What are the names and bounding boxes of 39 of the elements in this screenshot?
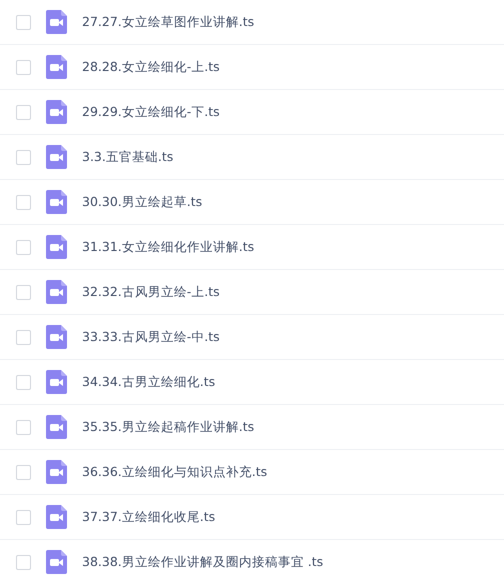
checkbox[interactable] <box>16 14 31 30</box>
video-file-icon <box>46 460 67 484</box>
file-name[interactable]: 32.32.古风男立绘-上.ts <box>82 284 220 300</box>
checkbox[interactable] <box>16 330 31 344</box>
checkbox[interactable] <box>16 420 31 434</box>
video-file-icon <box>46 325 67 349</box>
file-name[interactable]: 3.3.五官基础.ts <box>82 148 174 166</box>
checkbox[interactable] <box>16 464 31 480</box>
video-file-icon <box>46 100 67 124</box>
video-file-icon <box>46 415 67 439</box>
file-name[interactable]: 33.33.古风男立绘-中.ts <box>82 328 220 346</box>
video-file-icon <box>46 55 67 79</box>
checkbox[interactable] <box>16 104 31 120</box>
checkbox[interactable] <box>16 60 31 74</box>
checkbox[interactable] <box>16 284 31 300</box>
checkbox[interactable] <box>16 150 31 164</box>
file-name[interactable]: 36.36.立绘细化与知识点补充.ts <box>82 464 268 480</box>
video-file-icon <box>46 10 67 34</box>
video-file-icon <box>46 145 67 169</box>
file-name[interactable]: 34.34.古男立绘细化.ts <box>82 374 216 390</box>
checkbox[interactable] <box>16 240 31 254</box>
file-name[interactable]: 29.29.女立绘细化-下.ts <box>82 104 220 120</box>
file-name[interactable]: 31.31.女立绘细化作业讲解.ts <box>82 238 254 256</box>
checkbox[interactable] <box>16 374 31 390</box>
checkbox[interactable] <box>16 194 31 210</box>
file-name[interactable]: 28.28.女立绘细化-上.ts <box>82 58 220 76</box>
video-file-icon <box>46 550 67 574</box>
video-file-icon <box>46 235 67 259</box>
video-file-icon <box>46 190 67 214</box>
video-file-icon <box>46 280 67 304</box>
file-name[interactable]: 35.35.男立绘起稿作业讲解.ts <box>82 418 254 436</box>
checkbox[interactable] <box>16 554 31 570</box>
file-name[interactable]: 38.38.男立绘作业讲解及圈内接稿事宜 .ts <box>82 554 324 570</box>
file-name[interactable]: 30.30.男立绘起草.ts <box>82 194 202 210</box>
checkbox[interactable] <box>16 510 31 524</box>
file-name[interactable]: 37.37.立绘细化收尾.ts <box>82 508 216 526</box>
video-file-icon <box>46 370 67 394</box>
video-file-icon <box>46 505 67 529</box>
file-name[interactable]: 27.27.女立绘草图作业讲解.ts <box>82 14 254 30</box>
